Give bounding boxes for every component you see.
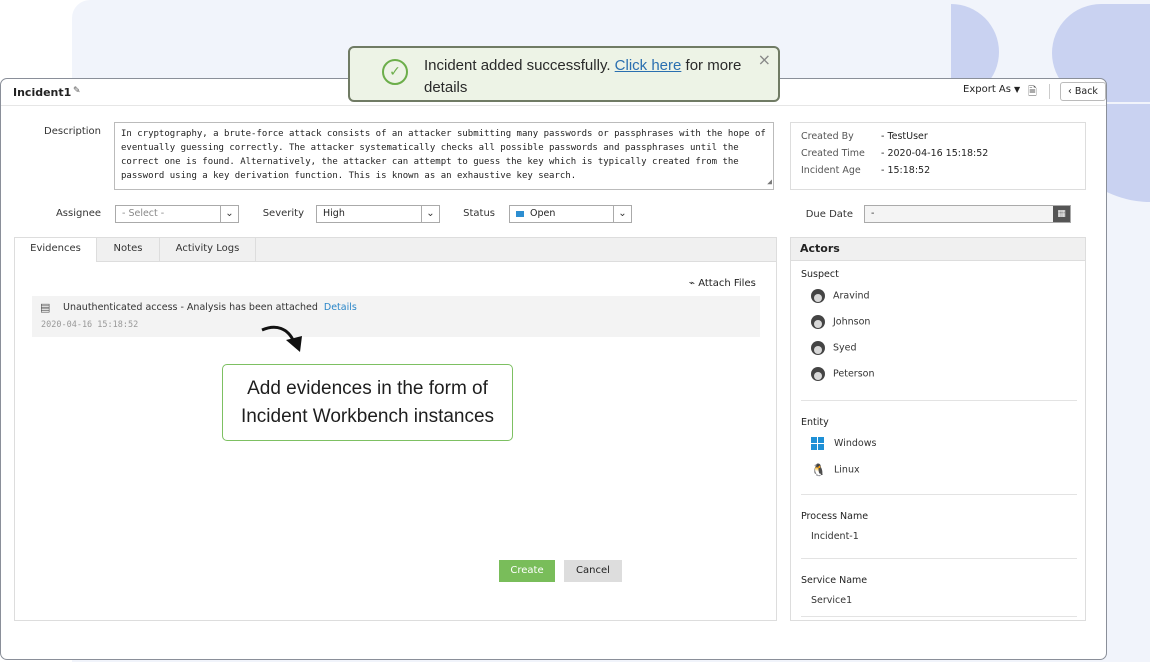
evidence-callout: Add evidences in the form of Incident Wo… [222,364,513,441]
windows-icon [811,437,824,450]
status-color-indicator [516,210,524,217]
toolbar-divider [1049,84,1050,99]
severity-select[interactable]: High ⌄ [316,205,440,223]
suspect-name: Peterson [833,368,875,380]
description-label: Description [44,126,101,137]
avatar-icon [811,315,825,329]
tab-bar: Evidences Notes Activity Logs [15,238,776,262]
export-as-button[interactable]: Export As ▼ [963,84,1020,95]
back-label: Back [1074,86,1098,97]
divider [801,400,1077,401]
suspect-name: Johnson [833,316,871,328]
severity-label: Severity [262,208,304,219]
attach-files-button[interactable]: ⌁ Attach Files [689,278,756,289]
status-select[interactable]: Open ⌄ [509,205,632,223]
due-date-value: - [871,208,875,219]
chevron-down-icon: ⌄ [220,206,238,222]
actors-title: Actors [791,238,1085,261]
tab-activity-logs[interactable]: Activity Logs [160,238,256,261]
created-by-row: Created By - TestUser [801,131,928,142]
incident-age-row: Incident Age - 15:18:52 [801,165,930,176]
tab-evidences[interactable]: Evidences [15,238,97,262]
suspect-item[interactable]: Johnson [811,315,870,329]
attach-files-label: Attach Files [698,278,756,289]
avatar-icon [811,367,825,381]
process-name-value: Incident-1 [811,531,859,542]
assignee-select[interactable]: - Select - ⌄ [115,205,239,223]
toast-message: Incident added successfully. Click here … [424,55,744,99]
divider [801,616,1077,617]
entity-name: Windows [834,438,877,449]
chevron-down-icon: ⌄ [421,206,439,222]
edit-pencil-icon[interactable]: ✎ [73,86,81,96]
actors-panel: Actors Suspect Aravind Johnson Syed Pete… [790,237,1086,621]
suspect-name: Syed [833,342,857,354]
evidence-item: ▤ Unauthenticated access - Analysis has … [32,296,760,337]
divider [801,494,1077,495]
linux-icon: 🐧 [811,463,826,477]
created-time-label: Created Time [801,148,865,159]
check-circle-icon: ✓ [382,59,408,85]
toast-click-here-link[interactable]: Click here [615,57,682,74]
assignee-label: Assignee [55,208,101,219]
curved-arrow-icon [261,325,302,352]
avatar-icon [811,289,825,303]
created-time-row: Created Time - 2020-04-16 15:18:52 [801,148,988,159]
due-date-input[interactable]: - ▦ [864,205,1071,223]
callout-line-2: Incident Workbench instances [240,406,495,427]
export-file-icon[interactable]: 🗎 [1028,83,1037,102]
created-by-label: Created By [801,131,854,142]
suspect-label: Suspect [801,269,839,280]
create-button[interactable]: Create [499,560,555,582]
callout-line-1: Add evidences in the form of [247,378,488,399]
export-as-label: Export As [963,84,1011,95]
entity-item[interactable]: Windows [811,437,876,450]
created-time-value: - 2020-04-16 15:18:52 [881,148,989,159]
toast-message-prefix: Incident added successfully. [424,57,611,74]
incident-meta-box: Created By - TestUser Created Time - 2020-… [790,122,1086,190]
evidence-date: 2020-04-16 15:18:52 [41,320,139,330]
due-date-label: Due Date [805,209,853,220]
description-textarea[interactable]: In cryptography, a brute-force attack co… [114,122,774,190]
cancel-button[interactable]: Cancel [564,560,622,582]
caret-down-icon: ▼ [1013,85,1021,94]
status-value: Open [530,208,556,219]
paperclip-icon: ⌁ [689,278,696,289]
success-toast: ✓ Incident added successfully. Click her… [348,46,780,102]
suspect-name: Aravind [833,290,870,302]
tab-notes[interactable]: Notes [97,238,160,261]
created-by-value: - TestUser [881,131,928,142]
status-label: Status [463,208,495,219]
service-name-value: Service1 [811,595,853,606]
resize-handle-icon[interactable]: ◢ [767,175,772,189]
incident-age-label: Incident Age [801,165,861,176]
workbench-icon: ▤ [40,301,51,314]
service-name-label: Service Name [801,575,868,586]
assignee-value: - Select - [122,208,165,219]
chevron-down-icon: ⌄ [613,206,631,222]
incident-window: Incident1 ✎ Export As ▼ 🗎 ‹ Back Descript… [0,78,1107,660]
suspect-item[interactable]: Peterson [811,367,875,381]
process-name-label: Process Name [801,511,869,522]
evidence-details-link[interactable]: Details [324,302,357,313]
entity-item[interactable]: 🐧 Linux [811,463,860,477]
entity-name: Linux [834,464,860,476]
calendar-icon[interactable]: ▦ [1053,206,1070,222]
entity-label: Entity [801,417,829,428]
chevron-left-icon: ‹ [1068,86,1072,97]
suspect-item[interactable]: Syed [811,341,857,355]
avatar-icon [811,341,825,355]
incident-title: Incident1 [13,86,72,99]
suspect-item[interactable]: Aravind [811,289,870,303]
evidence-description: Unauthenticated access - Analysis has be… [63,302,318,313]
back-button[interactable]: ‹ Back [1060,82,1106,101]
description-text: In cryptography, a brute-force attack co… [121,129,766,181]
incident-age-value: - 15:18:52 [881,165,931,176]
severity-value: High [323,208,345,219]
close-icon[interactable]: × [758,50,771,69]
divider [801,558,1077,559]
evidence-text: Unauthenticated access - Analysis has be… [63,302,357,313]
